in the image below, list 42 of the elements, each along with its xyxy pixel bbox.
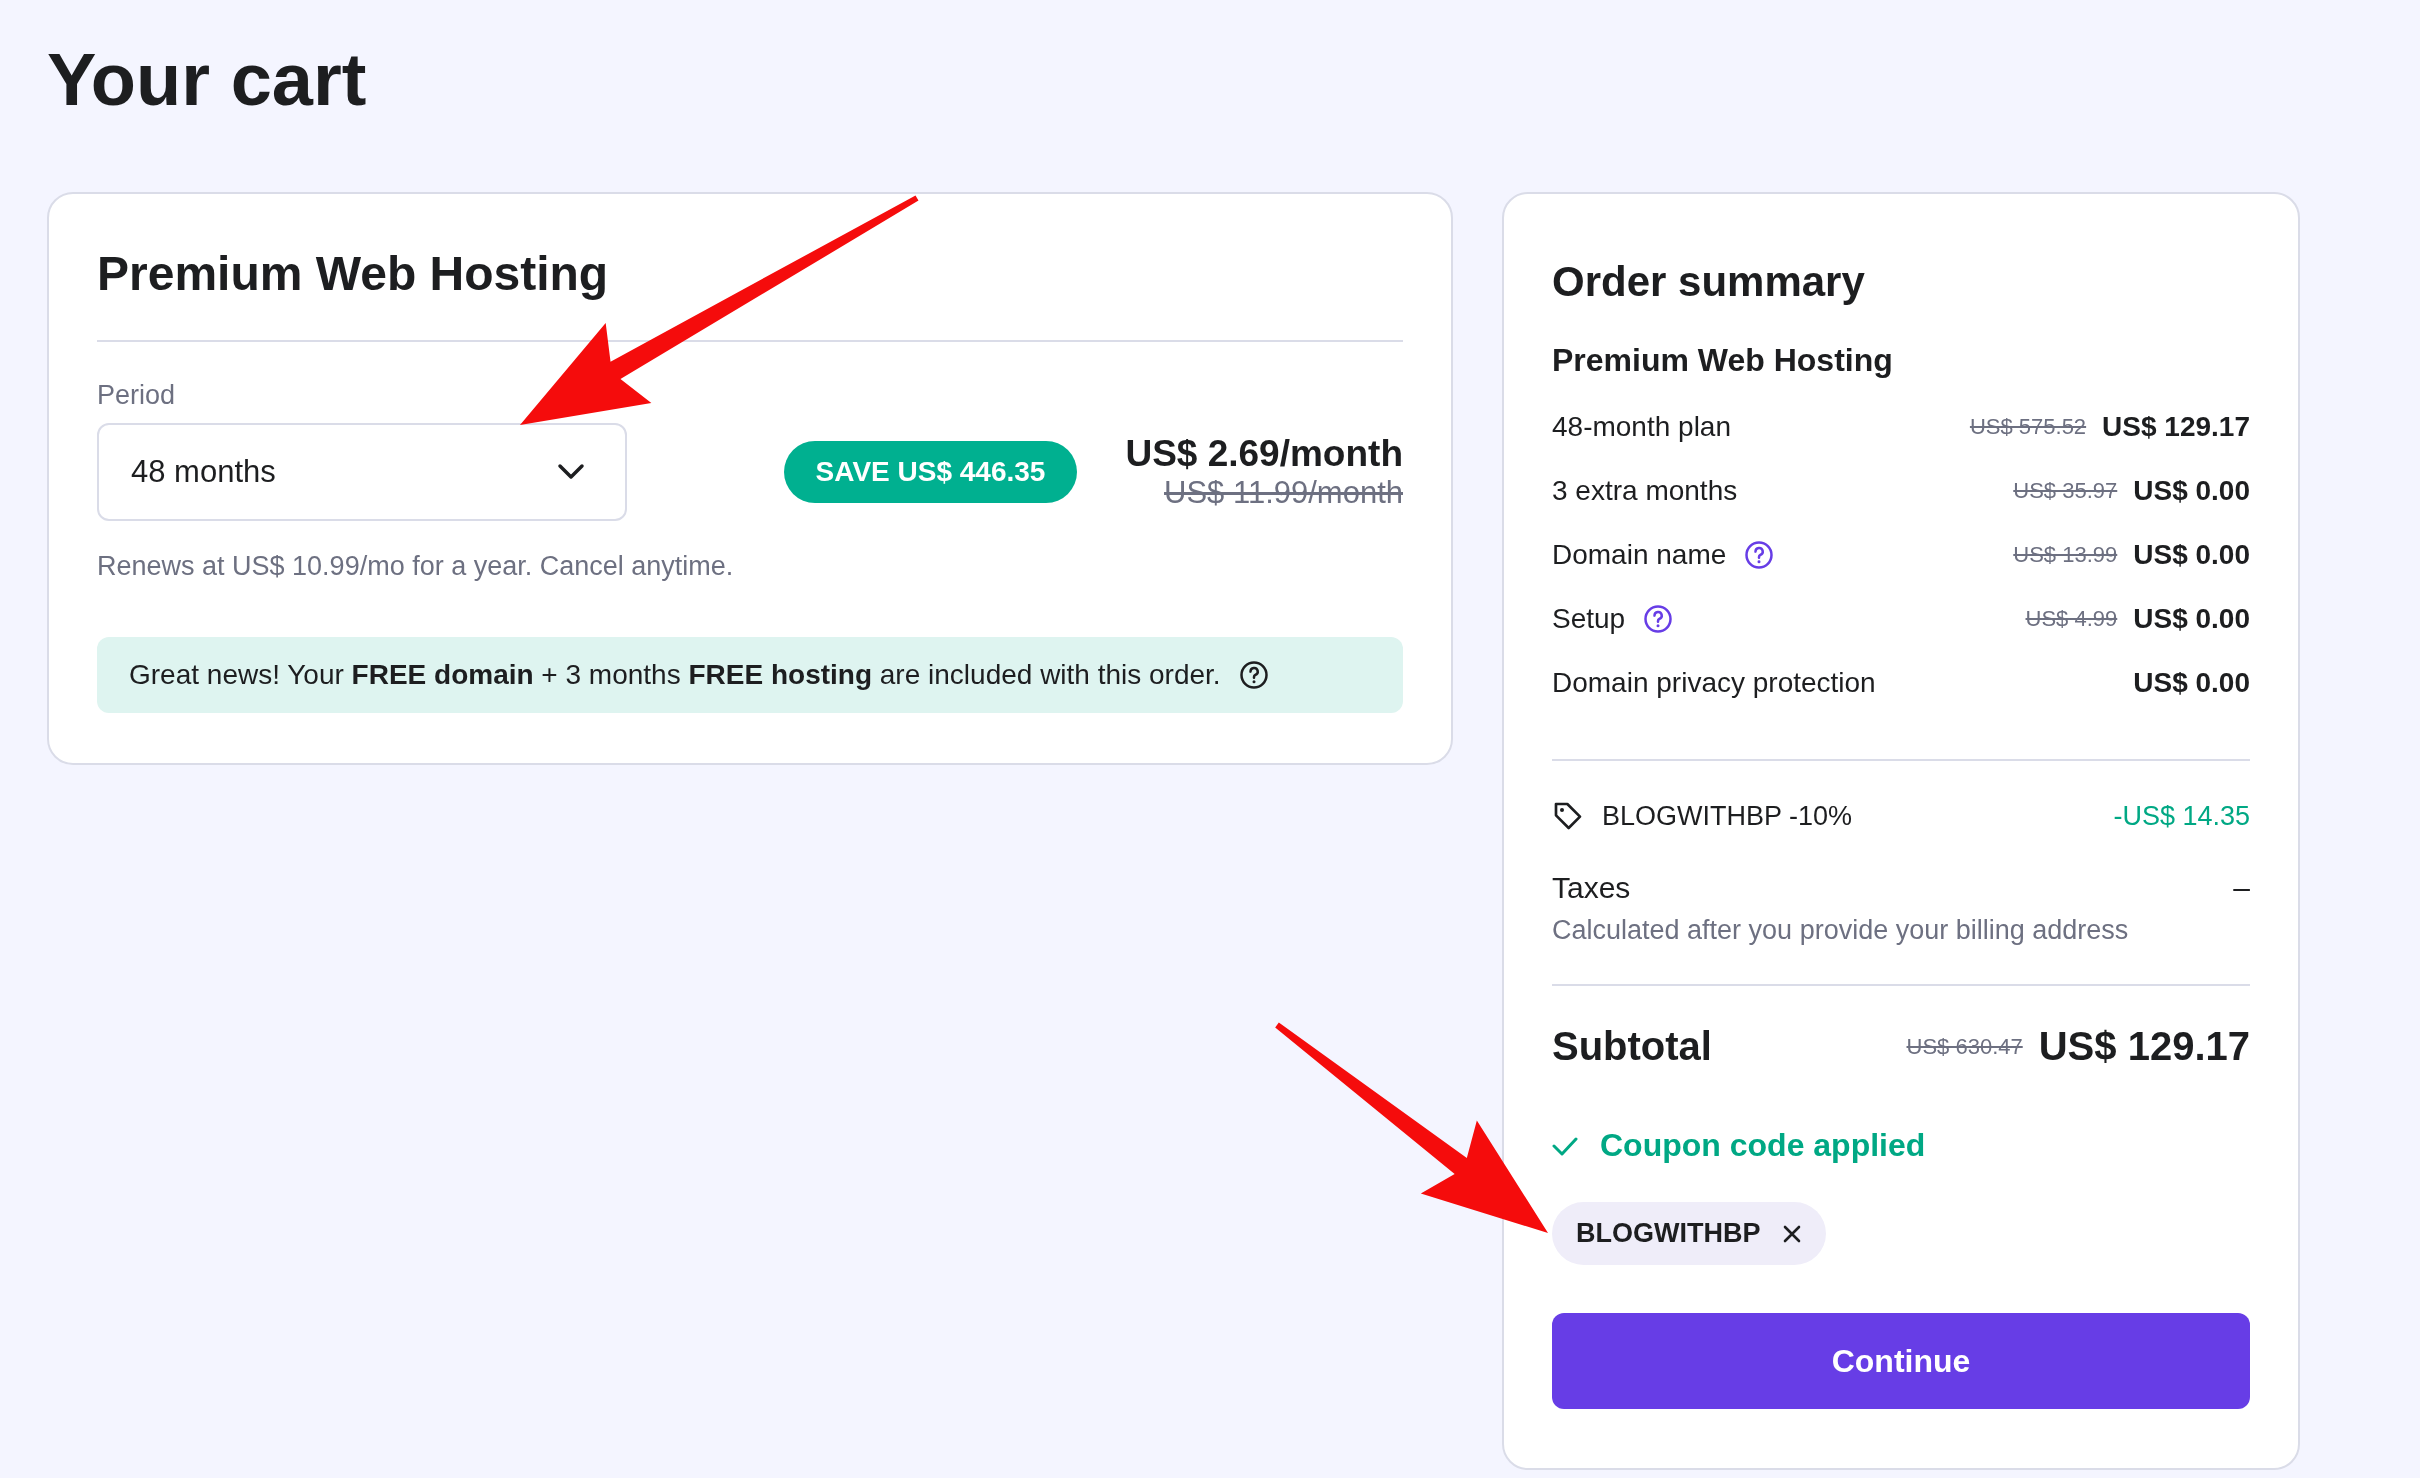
summary-title: Order summary: [1552, 258, 1866, 306]
discount-label: BLOGWITHBP -10%: [1602, 800, 1853, 832]
continue-button[interactable]: Continue: [1552, 1313, 2250, 1409]
help-icon[interactable]: [1744, 540, 1775, 570]
original-price: US$ 630.47: [1906, 1033, 2023, 1060]
renewal-note: Renews at US$ 10.99/mo for a year. Cancel anytime.: [97, 551, 734, 582]
notice-text: Great news! Your FREE domain + 3 months FREE hosting are included with this order.: [129, 659, 1221, 691]
tag-icon: [1552, 800, 1584, 832]
period-label: Period: [97, 380, 176, 411]
subtotal-label: Subtotal: [1552, 1024, 1712, 1069]
line-price: US$ 129.17: [2102, 411, 2250, 443]
page-title: Your cart: [47, 37, 368, 123]
taxes-value: –: [2233, 871, 2250, 905]
help-icon[interactable]: [1238, 660, 1269, 690]
line-price: US$ 0.00: [2133, 475, 2250, 507]
discount-amount: -US$ 14.35: [2113, 800, 2250, 832]
period-select[interactable]: 48 months: [97, 423, 627, 521]
line-label: Domain name: [1552, 539, 1727, 571]
line-price: US$ 0.00: [2133, 603, 2250, 635]
savings-badge: SAVE US$ 446.35: [783, 441, 1078, 503]
line-price: US$ 0.00: [2133, 667, 2250, 699]
line-label: Setup: [1552, 603, 1626, 635]
original-price: US$ 11.99/month: [1164, 475, 1403, 511]
taxes-note: Calculated after you provide your billing address: [1552, 915, 2130, 946]
line-label: 3 extra months: [1552, 475, 1738, 507]
original-price: US$ 575.52: [1969, 414, 2087, 440]
original-price: US$ 13.99: [2013, 542, 2118, 568]
close-icon[interactable]: [1782, 1223, 1803, 1244]
product-name: Premium Web Hosting: [1552, 342, 1894, 379]
original-price: US$ 35.97: [2013, 478, 2118, 504]
original-price: US$ 4.99: [2025, 606, 2118, 632]
line-label: 48-month plan: [1552, 411, 1731, 443]
help-icon[interactable]: [1643, 604, 1674, 634]
line-label: Domain privacy protection: [1552, 667, 1876, 699]
subtotal-price: US$ 129.17: [2038, 1024, 2250, 1069]
coupon-code: BLOGWITHBP: [1576, 1218, 1761, 1249]
check-icon: [1552, 1135, 1578, 1156]
taxes-label: Taxes: [1552, 871, 1631, 905]
chevron-icon: [557, 463, 585, 481]
monthly-price: US$ 2.69/month: [1125, 433, 1403, 475]
coupon-status: Coupon code applied: [1600, 1127, 1926, 1164]
line-price: US$ 0.00: [2133, 539, 2250, 571]
